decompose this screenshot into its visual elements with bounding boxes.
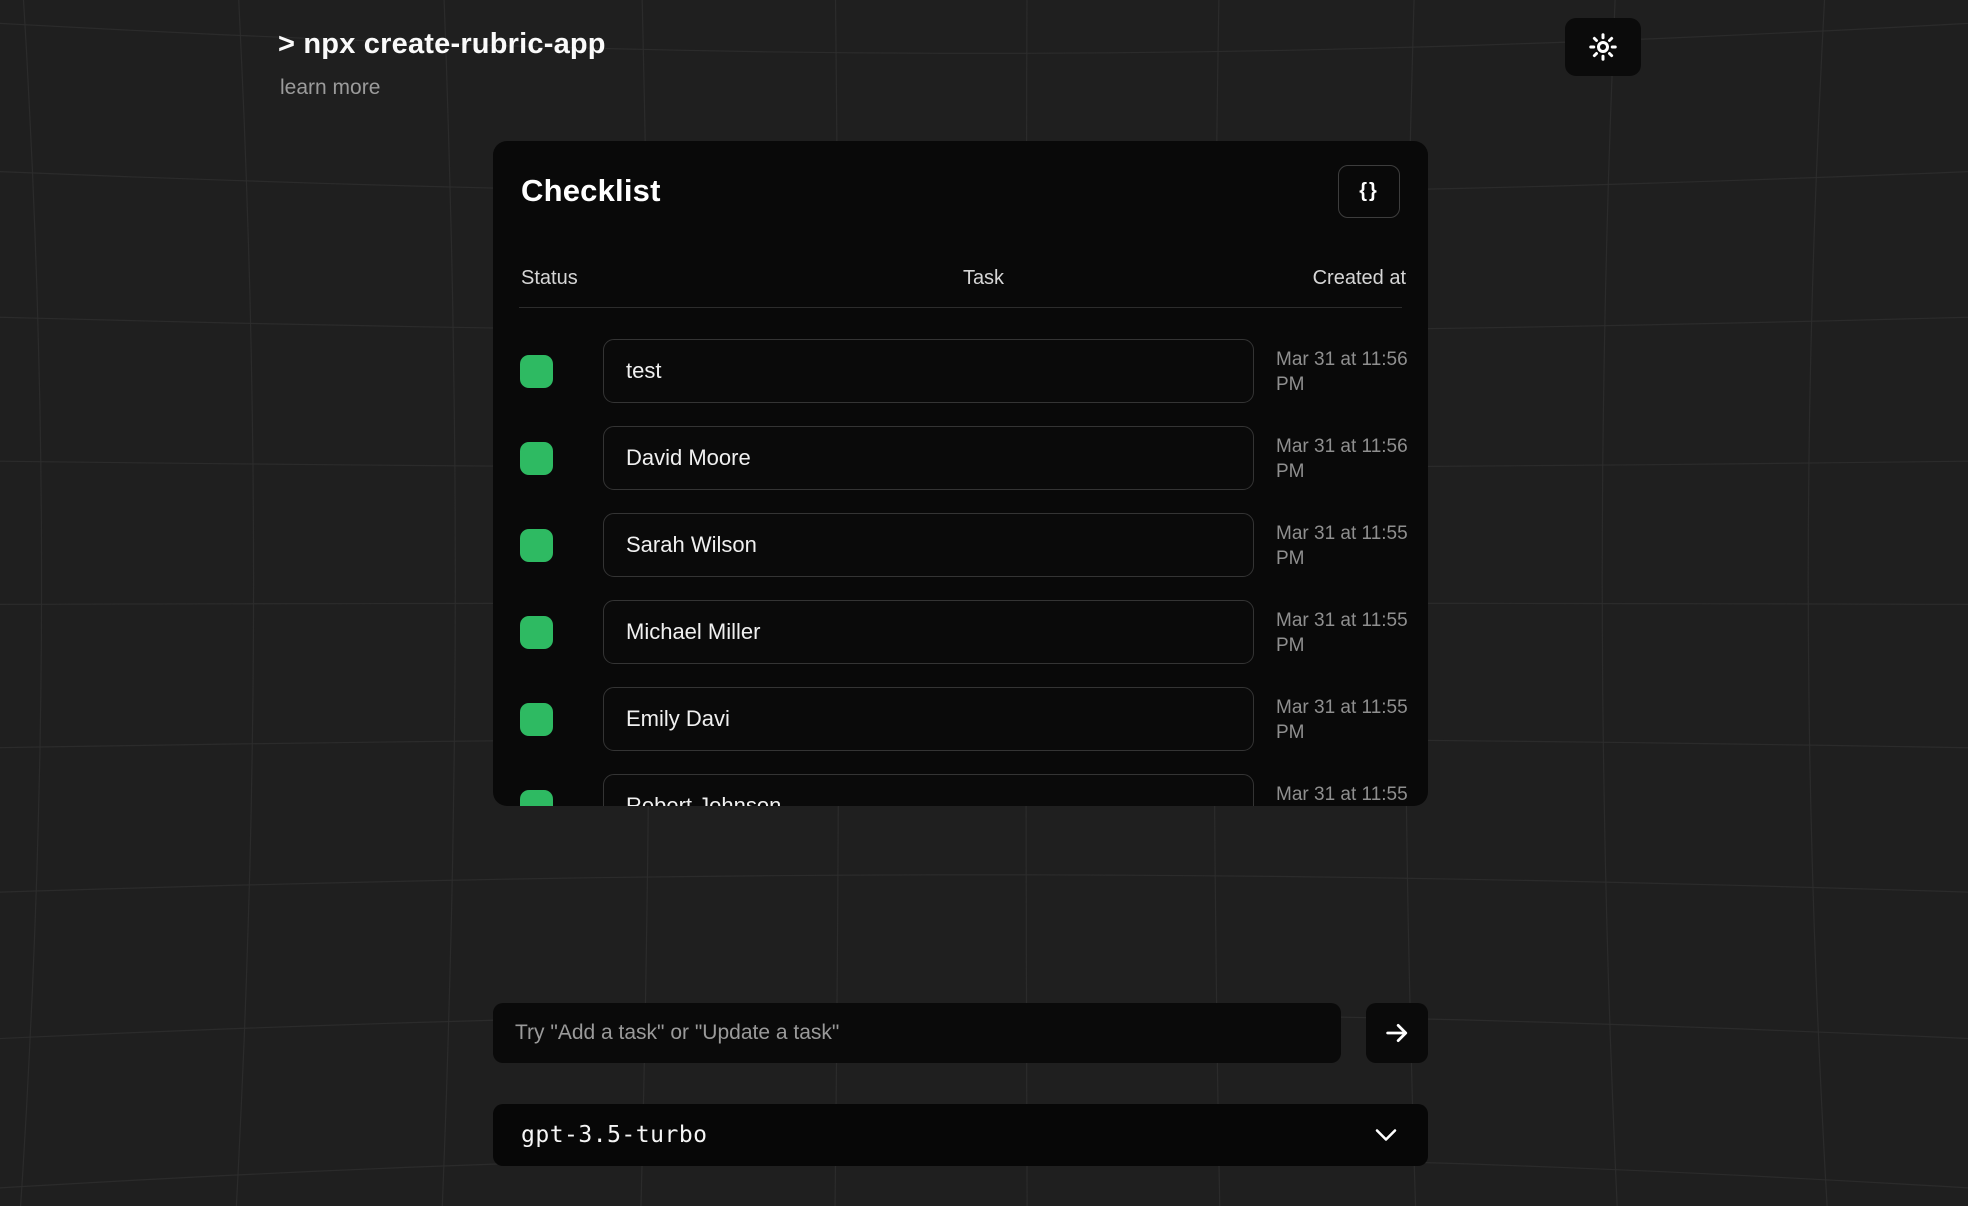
status-cell xyxy=(493,529,603,562)
task-label: Robert Johnson xyxy=(626,793,781,806)
app-title: > npx create-rubric-app xyxy=(278,28,606,61)
model-select[interactable]: gpt-3.5-turbo xyxy=(493,1104,1428,1166)
status-checkbox[interactable] xyxy=(520,790,553,807)
task-input[interactable]: Robert Johnson xyxy=(603,774,1254,806)
task-input[interactable]: David Moore xyxy=(603,426,1254,490)
task-label: David Moore xyxy=(626,445,751,471)
sun-icon xyxy=(1588,32,1618,62)
status-checkbox[interactable] xyxy=(520,355,553,388)
model-select-value: gpt-3.5-turbo xyxy=(521,1122,708,1148)
table-row: Sarah Wilson Mar 31 at 11:55 PM xyxy=(493,513,1428,577)
created-at-label: Mar 31 at 11:55 PM xyxy=(1276,513,1412,571)
task-label: Emily Davi xyxy=(626,706,730,732)
status-cell xyxy=(493,355,603,388)
status-checkbox[interactable] xyxy=(520,616,553,649)
status-cell xyxy=(493,616,603,649)
created-at-label: Mar 31 at 11:55 PM xyxy=(1276,600,1412,658)
task-label: Sarah Wilson xyxy=(626,532,757,558)
table-row: Emily Davi Mar 31 at 11:55 PM xyxy=(493,687,1428,751)
theme-toggle-button[interactable] xyxy=(1565,18,1641,76)
created-at-label: Mar 31 at 11:55 PM xyxy=(1276,687,1412,745)
arrow-right-icon xyxy=(1383,1019,1411,1047)
checklist-card: Checklist {} Status Task Created at test… xyxy=(493,141,1428,806)
table-row: test Mar 31 at 11:56 PM xyxy=(493,339,1428,403)
task-label: Michael Miller xyxy=(626,619,760,645)
table-header-row: Status Task Created at xyxy=(521,263,1406,293)
table-row: Michael Miller Mar 31 at 11:55 PM xyxy=(493,600,1428,664)
column-header-created-at: Created at xyxy=(1256,267,1406,290)
header-divider xyxy=(519,307,1402,308)
table-row: David Moore Mar 31 at 11:56 PM xyxy=(493,426,1428,490)
task-input[interactable]: Emily Davi xyxy=(603,687,1254,751)
table-row: Robert Johnson Mar 31 at 11:55 PM xyxy=(493,774,1428,806)
checklist-title: Checklist xyxy=(521,173,661,209)
view-json-button[interactable]: {} xyxy=(1338,165,1400,218)
column-header-status: Status xyxy=(521,267,711,290)
task-label: test xyxy=(626,358,661,384)
status-checkbox[interactable] xyxy=(520,529,553,562)
status-checkbox[interactable] xyxy=(520,442,553,475)
task-input[interactable]: Sarah Wilson xyxy=(603,513,1254,577)
status-cell xyxy=(493,442,603,475)
submit-button[interactable] xyxy=(1366,1003,1428,1063)
task-list: test Mar 31 at 11:56 PM David Moore Mar … xyxy=(493,339,1428,806)
created-at-label: Mar 31 at 11:55 PM xyxy=(1276,774,1412,806)
status-cell xyxy=(493,703,603,736)
status-checkbox[interactable] xyxy=(520,703,553,736)
chevron-down-icon xyxy=(1374,1128,1398,1142)
status-cell xyxy=(493,790,603,807)
task-input[interactable]: Michael Miller xyxy=(603,600,1254,664)
created-at-label: Mar 31 at 11:56 PM xyxy=(1276,426,1412,484)
created-at-label: Mar 31 at 11:56 PM xyxy=(1276,339,1412,397)
column-header-task: Task xyxy=(711,267,1256,290)
learn-more-link[interactable]: learn more xyxy=(280,76,380,100)
task-input[interactable]: test xyxy=(603,339,1254,403)
task-command-input[interactable] xyxy=(493,1003,1341,1063)
